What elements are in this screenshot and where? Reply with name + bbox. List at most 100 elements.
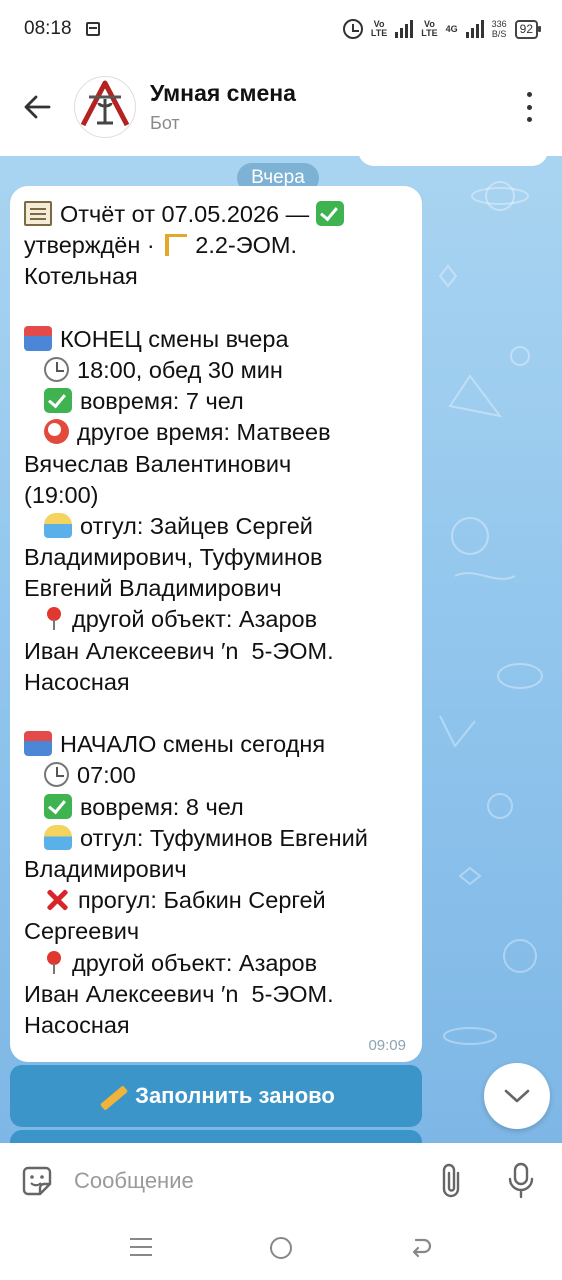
message-line-text: (19:00) xyxy=(24,481,99,508)
message-line-text: Вячеслав Валентинович xyxy=(24,450,292,477)
alarm-status-icon xyxy=(342,19,363,39)
message-line-text: Насосная xyxy=(24,668,130,695)
signal-strength-icon-1 xyxy=(395,20,414,38)
message-input-bar: Сообщение xyxy=(0,1143,562,1218)
message-line-text: прогул: Бабкин Сергей xyxy=(78,887,326,914)
paperclip-icon xyxy=(442,1163,460,1197)
network-speed: 336 B/S xyxy=(491,19,507,39)
round-pushpin-icon xyxy=(44,950,64,975)
message-line-text: отгул: Туфуминов Евгений xyxy=(80,824,368,851)
emoji-sticker-button[interactable] xyxy=(0,1143,74,1218)
message-line-text: Владимирович xyxy=(24,855,187,882)
sticker-icon xyxy=(22,1166,52,1195)
message-line: другой объект: Азаров xyxy=(24,948,408,979)
message-line-text: другое время: Матвеев xyxy=(77,419,331,446)
attach-button[interactable] xyxy=(428,1151,474,1211)
message-line: Владимирович xyxy=(24,854,408,885)
message-line xyxy=(24,293,408,324)
home-button[interactable] xyxy=(270,1237,292,1259)
bot-avatar[interactable] xyxy=(74,76,136,138)
message-line-text: 18:00, обед 30 мин xyxy=(77,356,283,383)
message-line: КОНЕЦ смены вчера xyxy=(24,324,408,355)
voice-message-button[interactable] xyxy=(498,1151,544,1211)
calendar-notification-icon xyxy=(85,22,100,36)
volte-indicator-2: Vo LTE xyxy=(421,19,438,38)
message-line: утверждён · 2.2-ЭОМ. xyxy=(24,230,408,261)
status-bar: 08:18 Vo LTE Vo LTE 4G 336 B/S 92 xyxy=(0,0,562,58)
message-line: Иван Алексеевич ′n 5-ЭОМ. xyxy=(24,979,408,1010)
beach-umbrella-icon xyxy=(44,512,72,538)
scroll-down-button[interactable] xyxy=(484,1063,550,1129)
message-line: Вячеслав Валентинович xyxy=(24,449,408,480)
message-line: 07:00 xyxy=(24,760,408,791)
volte-indicator-1: Vo LTE xyxy=(370,19,388,38)
message-line: 18:00, обед 30 мин xyxy=(24,355,408,386)
back-nav-icon xyxy=(412,1238,432,1258)
chat-header: Умная смена Бот xyxy=(0,58,562,156)
message-input[interactable]: Сообщение xyxy=(74,1168,428,1194)
message-line: (19:00) xyxy=(24,480,408,511)
clock-icon xyxy=(44,356,69,382)
inbox-tray-icon xyxy=(24,325,52,351)
signal-strength-icon-2 xyxy=(465,20,484,38)
clock-icon xyxy=(44,762,69,788)
message-line-text: отгул: Зайцев Сергей xyxy=(80,512,313,539)
message-line: Насосная xyxy=(24,1010,408,1041)
construction-crane-icon xyxy=(161,232,188,257)
check-mark-icon xyxy=(44,793,72,819)
message-line-text: утверждён · xyxy=(24,232,162,259)
message-line-text: вовремя: 7 чел xyxy=(80,388,244,415)
message-line: Иван Алексеевич ′n 5-ЭОМ. xyxy=(24,636,408,667)
message-line: другой объект: Азаров xyxy=(24,604,408,635)
message-bubble[interactable]: Отчёт от 07.05.2026 — утверждён · 2.2-ЭО… xyxy=(10,186,422,1062)
message-line: Насосная xyxy=(24,667,408,698)
energarant-logo-icon xyxy=(80,80,130,127)
more-options-button[interactable] xyxy=(518,92,540,122)
previous-message-bubble xyxy=(358,156,548,166)
system-navigation-bar xyxy=(0,1218,562,1280)
message-line: Отчёт от 07.05.2026 — xyxy=(24,199,408,230)
message-line: вовремя: 7 чел xyxy=(24,386,408,417)
message-line: вовремя: 8 чел xyxy=(24,792,408,823)
message-text: Отчёт от 07.05.2026 — утверждён · 2.2-ЭО… xyxy=(24,199,408,1041)
message-line: Котельная xyxy=(24,261,408,292)
back-nav-button[interactable] xyxy=(410,1236,432,1260)
more-vertical-icon xyxy=(526,92,532,97)
network-type: 4G xyxy=(445,23,458,34)
back-button[interactable] xyxy=(0,58,74,156)
chevron-down-icon xyxy=(504,1089,530,1103)
back-arrow-icon xyxy=(24,95,51,119)
message-line-text: КОНЕЦ смены вчера xyxy=(60,325,289,352)
message-line-text: Иван Алексеевич ′n 5-ЭОМ. xyxy=(24,637,334,664)
message-line-text: Котельная xyxy=(24,263,138,290)
beach-umbrella-icon xyxy=(44,824,72,850)
message-line-text: Иван Алексеевич ′n 5-ЭОМ. xyxy=(24,980,334,1007)
second-inline-button[interactable] xyxy=(10,1130,422,1143)
refill-button[interactable]: Заполнить заново xyxy=(10,1065,422,1127)
chat-title: Умная смена xyxy=(150,80,296,106)
object-code-text: 2.2-ЭОМ. xyxy=(195,232,298,259)
message-line-text: другой объект: Азаров xyxy=(72,949,318,976)
message-line: НАЧАЛО смены сегодня xyxy=(24,729,408,760)
chat-subtitle: Бот xyxy=(150,113,180,133)
message-line-text: Сергеевич xyxy=(24,918,140,945)
message-line: отгул: Туфуминов Евгений xyxy=(24,823,408,854)
check-mark-icon xyxy=(44,388,72,414)
message-line xyxy=(24,698,408,729)
round-pushpin-icon xyxy=(44,606,64,631)
microphone-icon xyxy=(508,1162,534,1198)
clipboard-icon xyxy=(24,201,52,226)
battery-icon: 92 xyxy=(514,19,542,39)
pencil-icon xyxy=(97,1084,127,1109)
chat-area[interactable]: Вчера Отчёт от 07.05.2026 — утверждён · … xyxy=(0,156,562,1143)
message-time: 09:09 xyxy=(368,1037,406,1054)
message-line-text: другой объект: Азаров xyxy=(72,606,318,633)
refill-button-label: Заполнить заново xyxy=(135,1083,335,1108)
message-line: Сергеевич xyxy=(24,916,408,947)
message-line-text: Отчёт от 07.05.2026 — xyxy=(60,201,316,227)
inbox-tray-icon xyxy=(24,731,52,757)
alarm-clock-icon xyxy=(44,419,69,445)
recent-apps-button[interactable] xyxy=(130,1238,152,1256)
check-mark-icon xyxy=(315,201,344,226)
message-line-text: вовремя: 8 чел xyxy=(80,793,244,820)
